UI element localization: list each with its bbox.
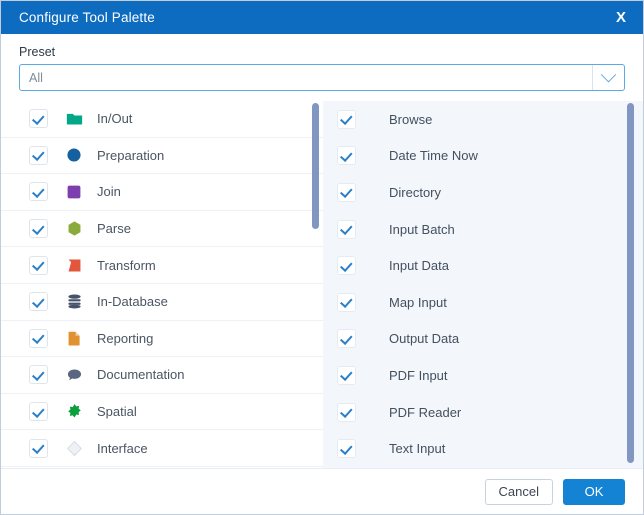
category-label: In-Database [97,294,168,310]
category-label: Interface [97,440,148,456]
category-checkbox[interactable] [29,402,48,422]
square-icon [65,183,83,201]
category-label: Parse [97,221,131,237]
folder-icon [65,110,83,128]
category-row[interactable]: Transform [1,247,323,284]
tool-label: PDF Reader [389,404,462,420]
category-checkbox[interactable] [29,219,48,239]
title-bar: Configure Tool Palette X [1,1,643,34]
tool-list-panel: Browse Date Time Now Directory Input Batch I… [323,101,643,468]
configure-tool-palette-dialog: Configure Tool Palette X Preset All In/O… [0,0,644,515]
tool-checkbox[interactable] [337,146,356,166]
preset-label: Preset [19,45,56,59]
tool-row[interactable]: PDF Input [323,357,643,394]
tool-row[interactable]: Directory [323,174,643,211]
tool-label: Input Data [389,258,449,274]
category-checkbox[interactable] [29,109,48,129]
tool-row[interactable]: PDF Reader [323,394,643,431]
tool-checkbox[interactable] [337,109,356,129]
tool-scrollbar[interactable] [626,101,636,468]
tool-label: Map Input [389,294,447,310]
tool-label: Date Time Now [389,148,478,164]
hexagon-icon [65,220,83,238]
category-row[interactable]: Spatial [1,394,323,431]
tool-label: Input Batch [389,221,455,237]
tool-row[interactable]: Output Data [323,321,643,358]
category-row[interactable]: In-Database [1,284,323,321]
category-checkbox[interactable] [29,255,48,275]
tool-row[interactable]: Map Input [323,284,643,321]
category-scrollbar-thumb[interactable] [312,103,319,229]
preset-dropdown[interactable]: All [19,64,625,91]
category-checkbox[interactable] [29,365,48,385]
comment-icon [65,366,83,384]
category-row[interactable]: Join [1,174,323,211]
tool-label: PDF Input [389,367,448,383]
category-row[interactable]: Preparation [1,138,323,175]
category-label: Documentation [97,367,185,383]
category-label: Join [97,184,121,200]
category-label: Preparation [97,147,165,163]
tool-checkbox[interactable] [337,439,356,459]
flag-icon [65,256,83,274]
category-checkbox[interactable] [29,328,48,348]
tool-checkbox[interactable] [337,365,356,385]
category-row[interactable] [1,467,323,468]
diamond-icon [65,439,83,457]
category-row[interactable]: Interface [1,430,323,467]
category-row[interactable]: Parse [1,211,323,248]
category-checkbox[interactable] [29,182,48,202]
tool-row[interactable]: Text Input [323,430,643,467]
ok-button[interactable]: OK [563,478,625,505]
tool-row[interactable]: XML Output [323,467,643,468]
lists-area: In/Out Preparation Join Parse Transform In-Da… [1,101,643,468]
tool-row[interactable]: Input Batch [323,211,643,248]
tool-checkbox[interactable] [337,292,356,312]
tool-row[interactable]: Date Time Now [323,138,643,175]
database-icon [65,293,83,311]
tool-row[interactable]: Browse [323,101,643,138]
category-label: Transform [97,257,156,273]
category-list-panel: In/Out Preparation Join Parse Transform In-Da… [1,101,323,468]
dialog-footer: Cancel OK [1,468,643,514]
window-title: Configure Tool Palette [19,10,155,25]
preset-value[interactable]: All [20,71,592,85]
category-label: Spatial [97,404,137,420]
preset-section: Preset All [1,34,643,91]
tool-scrollbar-thumb[interactable] [627,103,634,463]
tool-checkbox[interactable] [337,402,356,422]
circle-icon [65,146,83,164]
tool-label: Browse [389,111,433,127]
spatial-icon [65,403,83,421]
tool-label: Text Input [389,441,446,457]
category-row[interactable]: Reporting [1,321,323,358]
tool-checkbox[interactable] [337,329,356,349]
category-checkbox[interactable] [29,292,48,312]
category-rows: In/Out Preparation Join Parse Transform In-Da… [1,101,323,468]
tool-checkbox[interactable] [337,256,356,276]
tool-row[interactable]: Input Data [323,247,643,284]
category-scrollbar[interactable] [311,101,321,468]
tool-rows: Browse Date Time Now Directory Input Batch I… [323,101,643,468]
category-row[interactable]: Documentation [1,357,323,394]
chevron-down-icon[interactable] [593,66,624,83]
category-checkbox[interactable] [29,145,48,165]
cancel-button[interactable]: Cancel [484,478,553,505]
tool-label: Output Data [389,331,460,347]
tool-checkbox[interactable] [337,219,356,239]
tool-checkbox[interactable] [337,182,356,202]
category-row[interactable]: In/Out [1,101,323,138]
tool-label: Directory [389,184,442,200]
category-label: Reporting [97,330,154,346]
document-icon [65,329,83,347]
category-label: In/Out [97,111,133,127]
close-icon[interactable]: X [599,1,643,34]
category-checkbox[interactable] [29,438,48,458]
